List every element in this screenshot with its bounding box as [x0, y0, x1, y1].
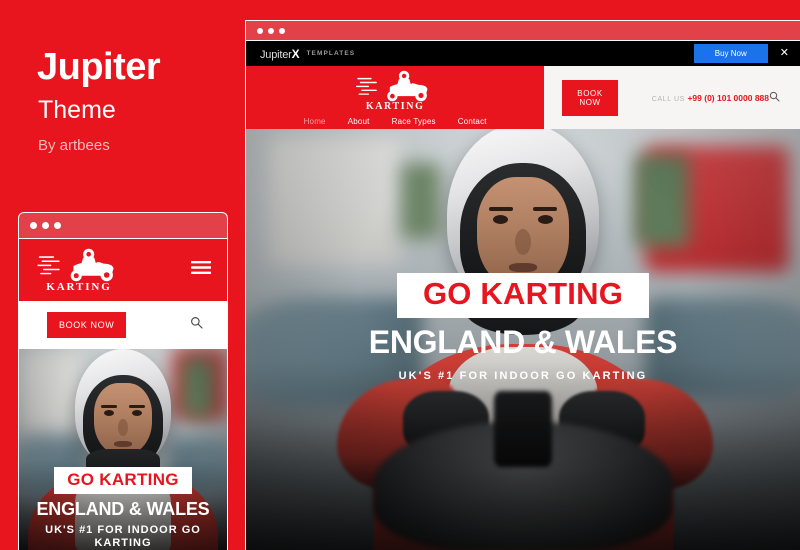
mobile-go-kart-icon — [37, 248, 114, 281]
hero-headline: ENGLAND & WALES — [368, 324, 678, 360]
mobile-book-now-button[interactable]: BOOK NOW — [47, 312, 127, 338]
close-icon[interactable]: ✕ — [780, 48, 789, 59]
karting-wordmark: KARTING — [365, 101, 425, 112]
window-dot-minimize[interactable] — [268, 27, 274, 34]
desktop-preview-window: JupiterX TEMPLATES Buy Now ✕ KARTING Hom… — [245, 20, 800, 550]
mobile-window-titlebar — [19, 213, 227, 239]
call-us-block: CALL US +99 (0) 101 0000 888 — [652, 93, 769, 103]
mobile-preview-window: KARTING BOOK NOW GO KARTING ENGLAND & WA… — [18, 212, 228, 550]
hero-tagline: UK'S #1 FOR INDOOR GO KARTING — [398, 370, 648, 382]
mobile-hero-tagline-line1: UK'S #1 FOR INDOOR GO — [45, 523, 201, 536]
mobile-hero-headline: ENGLAND & WALES — [36, 498, 210, 519]
hero-section: GO KARTING ENGLAND & WALES UK'S #1 FOR I… — [246, 129, 800, 550]
mobile-hero-eyebrow: GO KARTING — [54, 466, 192, 494]
jupiter-x-mark: X — [291, 46, 300, 61]
mobile-window-dot-minimize[interactable] — [42, 222, 49, 229]
mobile-hero-tagline-line2: KARTING — [94, 537, 152, 550]
karting-logo[interactable] — [356, 70, 434, 104]
mobile-site-header: KARTING — [19, 239, 227, 301]
templates-label: TEMPLATES — [306, 50, 356, 57]
site-header: KARTING Home About Race Types Contact BO… — [246, 66, 800, 129]
site-header-brand-block: KARTING Home About Race Types Contact — [246, 66, 545, 129]
call-us-label: CALL US — [651, 95, 685, 103]
book-now-button[interactable]: BOOK NOW — [562, 79, 618, 116]
main-navigation: Home About Race Types Contact — [304, 117, 487, 126]
nav-item-about[interactable]: About — [348, 117, 370, 126]
nav-item-home[interactable]: Home — [304, 117, 326, 126]
nav-item-race-types[interactable]: Race Types — [392, 117, 436, 126]
mobile-window-dot-close[interactable] — [30, 222, 37, 229]
phone-number[interactable]: +99 (0) 101 0000 888 — [687, 93, 769, 103]
mobile-window-dot-maximize[interactable] — [54, 222, 61, 229]
go-kart-icon — [356, 70, 428, 102]
desktop-window-titlebar — [246, 21, 800, 41]
hamburger-menu-icon[interactable] — [191, 260, 211, 280]
nav-item-contact[interactable]: Contact — [458, 117, 487, 126]
jupiter-logo-text: Jupiter — [260, 48, 292, 61]
mobile-karting-logo[interactable]: KARTING — [37, 248, 121, 293]
site-header-actions: BOOK NOW CALL US +99 (0) 101 0000 888 — [544, 66, 800, 129]
window-dot-close[interactable] — [257, 27, 263, 34]
theme-author: By artbees — [38, 137, 110, 154]
hero-text-block: GO KARTING ENGLAND & WALES UK'S #1 FOR I… — [246, 273, 800, 382]
jupiter-templates-bar: JupiterX TEMPLATES Buy Now ✕ — [246, 41, 800, 66]
theme-title: Jupiter — [37, 46, 161, 88]
mobile-search-icon[interactable] — [190, 316, 203, 334]
jupiter-logo: JupiterX — [260, 46, 300, 61]
hero-eyebrow: GO KARTING — [396, 273, 650, 318]
window-dot-maximize[interactable] — [279, 27, 285, 34]
mobile-action-bar: BOOK NOW — [19, 301, 227, 349]
theme-subtitle: Theme — [38, 96, 116, 124]
mobile-hero-text-block: GO KARTING ENGLAND & WALES UK'S #1 FOR I… — [19, 466, 227, 550]
mobile-hero-section: GO KARTING ENGLAND & WALES UK'S #1 FOR I… — [19, 349, 227, 550]
buy-now-button[interactable]: Buy Now — [693, 44, 768, 63]
search-icon[interactable] — [769, 89, 780, 107]
mobile-karting-wordmark: KARTING — [46, 280, 112, 293]
